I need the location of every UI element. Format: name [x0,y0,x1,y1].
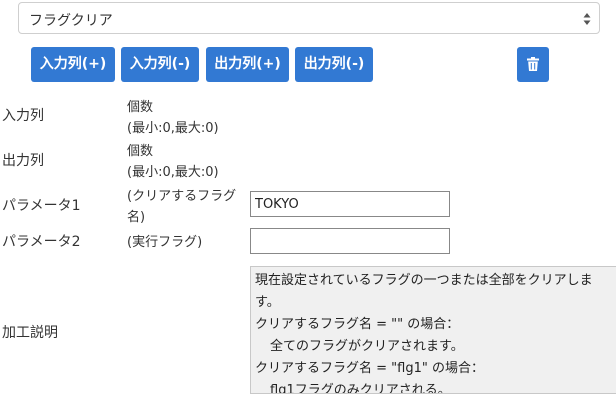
description-line: クリアするフラグ名 = "flg1" の場合： [255,361,484,376]
description-line: 現在設定されているフラグの一つまたは全部をクリアしま [255,273,593,288]
add-output-column-button[interactable]: 出力列(+) [206,47,289,82]
description-line: 全てのフラグがクリアされます。 [270,339,464,354]
output-columns-count-title: 個数 [127,144,154,159]
output-columns-count-range: (最小:0,最大:0) [127,165,219,180]
parameter1-hint-line2: 名) [127,210,146,225]
remove-input-column-button[interactable]: 入力列(-) [121,47,199,82]
delete-button[interactable] [517,47,549,82]
parameter1-label: パラメータ1 [2,198,81,214]
trash-icon [527,57,539,71]
add-input-column-button[interactable]: 入力列(+) [31,47,115,82]
remove-output-column-button[interactable]: 出力列(-) [295,47,373,82]
parameter1-input[interactable] [250,191,450,217]
description-line: flg1フラグのみクリアされる。 [270,383,451,394]
description-label: 加工説明 [2,325,58,341]
select-updown-icon [583,13,591,25]
description-text: 現在設定されているフラグの一つまたは全部をクリアしま す。 クリアするフラグ名 … [250,266,616,394]
input-columns-count-range: (最小:0,最大:0) [127,121,219,136]
process-type-select-value: フラグクリア [29,13,113,29]
parameter2-label: パラメータ2 [2,234,81,250]
parameter1-hint-line1: (クリアするフラグ [127,189,237,204]
parameter2-hint: (実行フラグ) [127,235,203,250]
description-line: クリアするフラグ名 = "" の場合： [255,317,460,332]
parameter2-input[interactable] [250,228,450,254]
description-line: す。 [255,295,280,310]
process-type-select[interactable]: フラグクリア [18,2,600,34]
output-columns-label: 出力列 [2,153,44,169]
input-columns-label: 入力列 [2,108,44,124]
input-columns-count-title: 個数 [127,100,154,115]
